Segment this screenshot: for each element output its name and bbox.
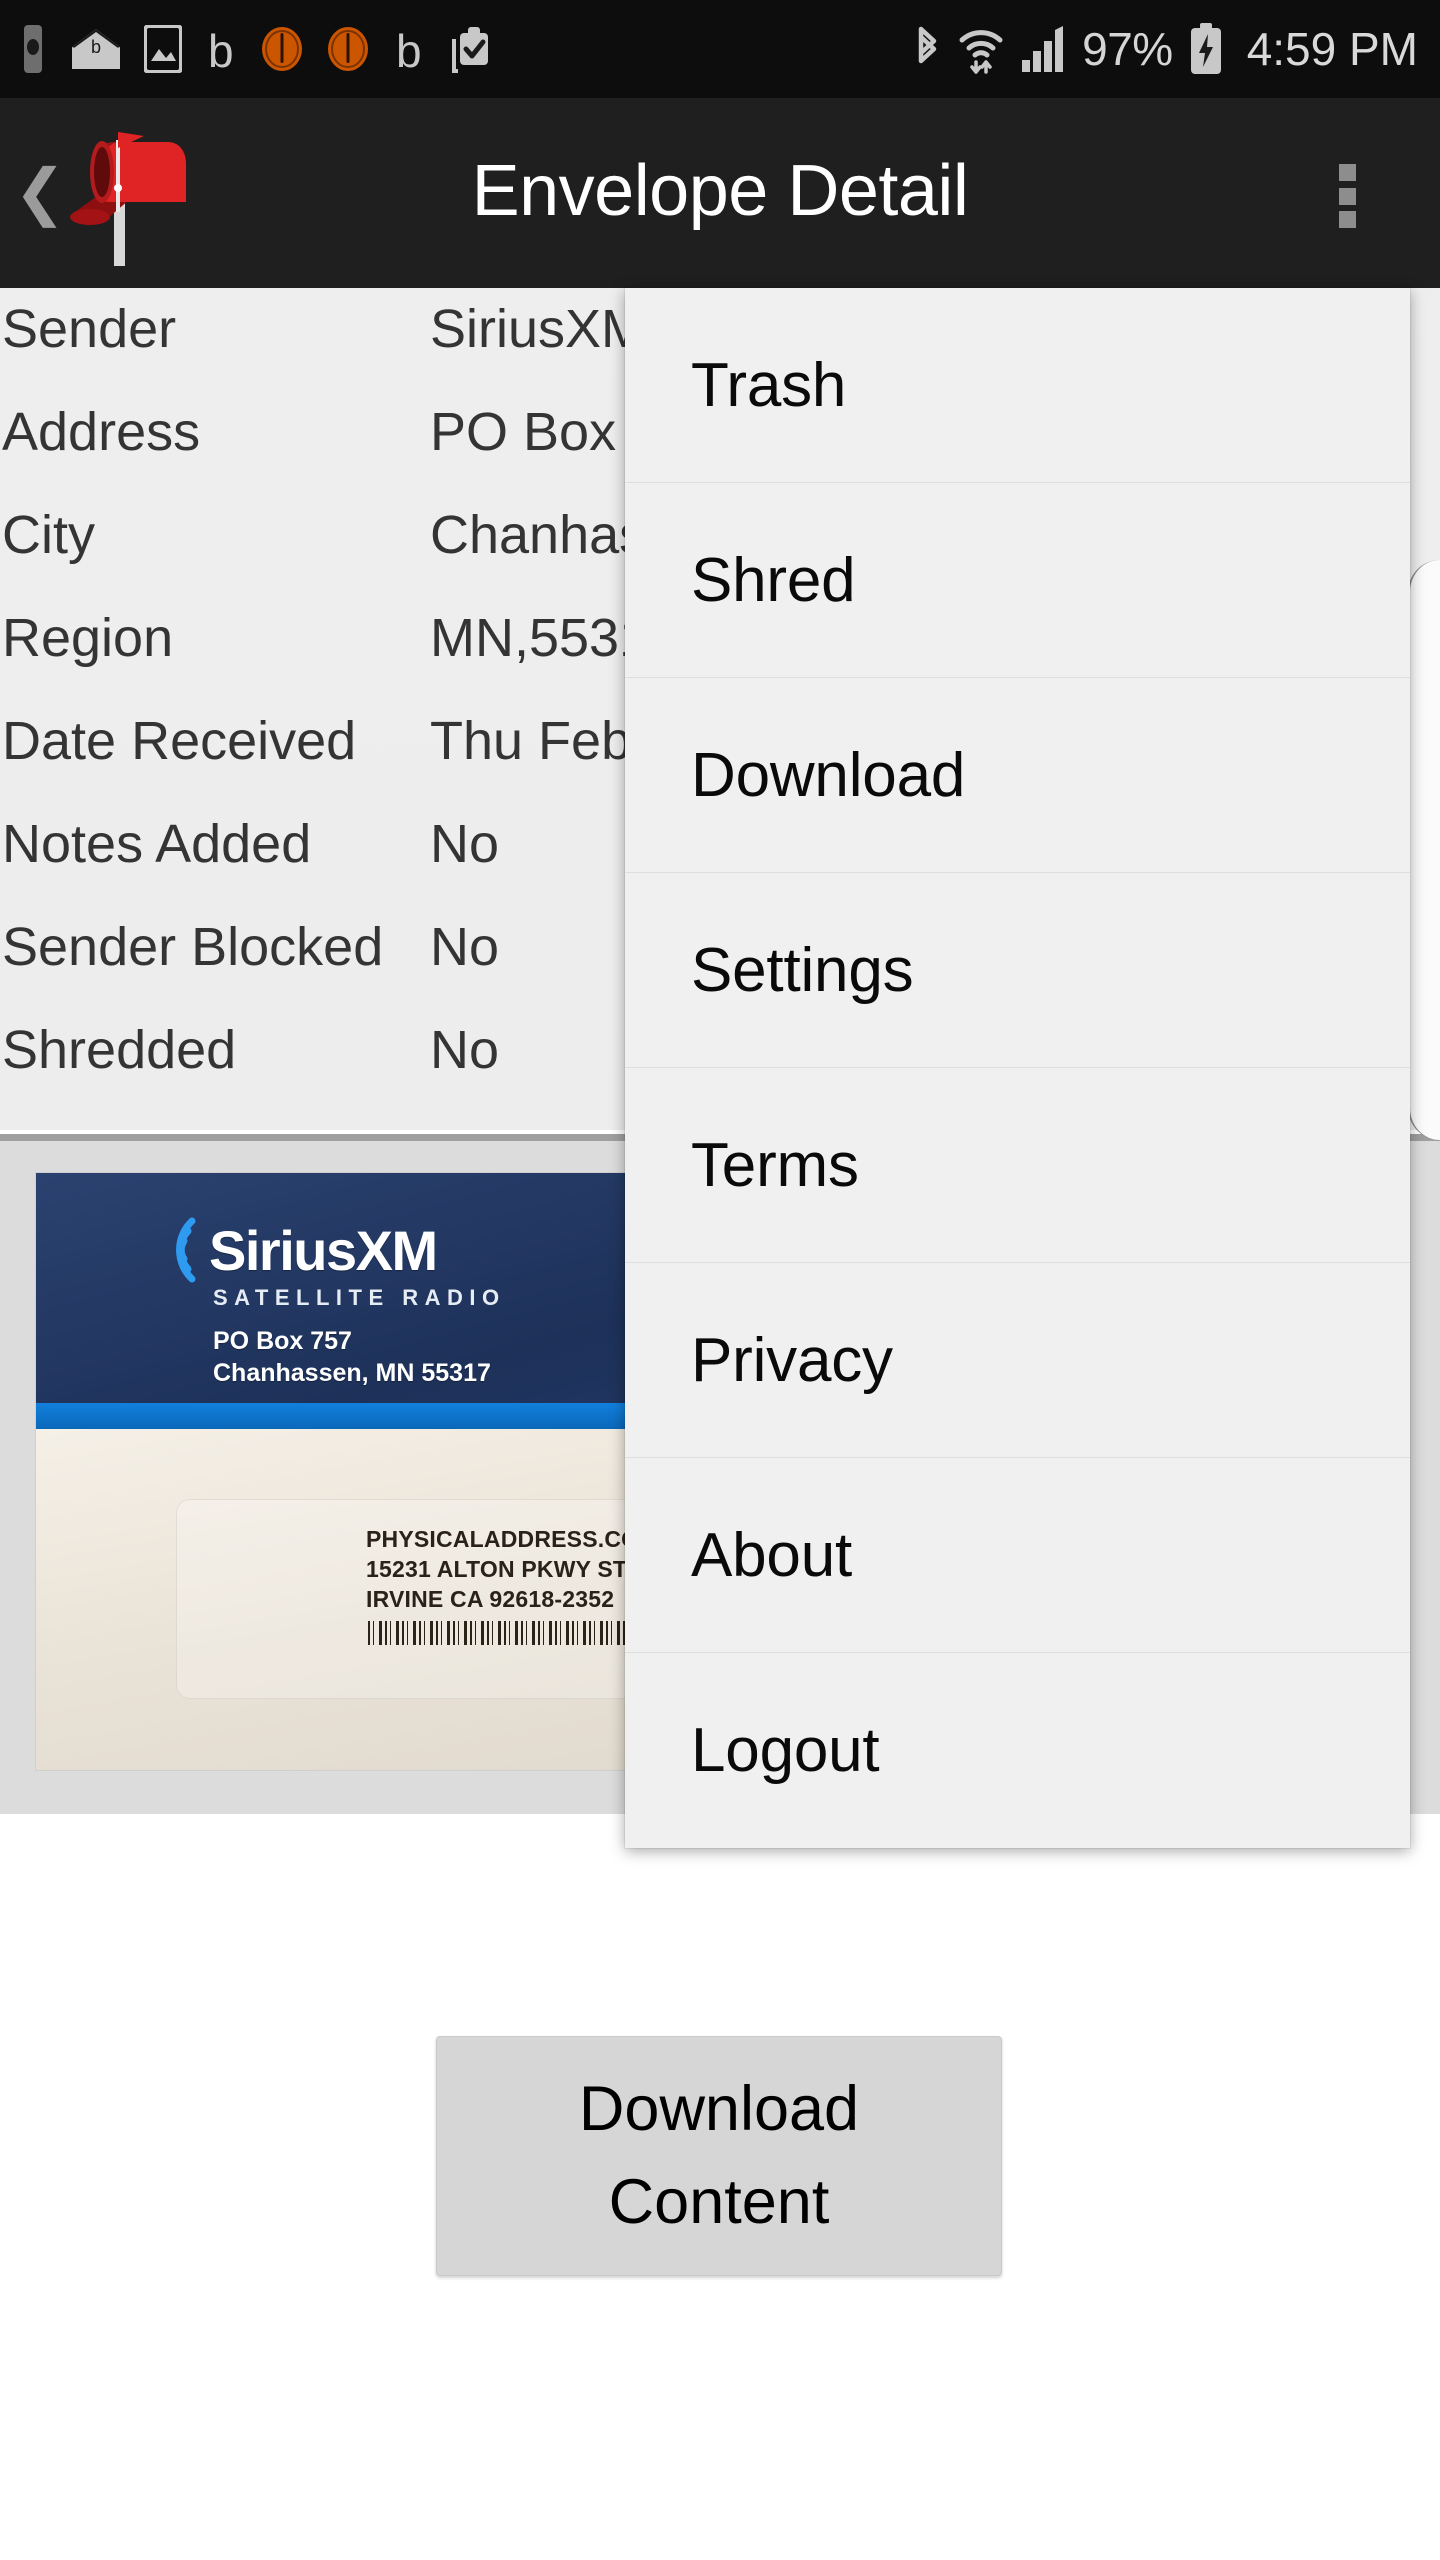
wifi-icon <box>958 24 1004 74</box>
phone-screen: b b b 97% 4:59 PM ❮ Envelope Detail Send… <box>0 0 1440 2560</box>
menu-item-label: Settings <box>691 935 914 1005</box>
row-value: No <box>430 917 500 977</box>
menu-item-about[interactable]: About <box>625 1458 1410 1653</box>
download-content-label-line2: Content <box>608 2167 830 2237</box>
b-letter-icon-2: b <box>392 25 426 73</box>
svg-text:b: b <box>91 37 101 57</box>
menu-item-logout[interactable]: Logout <box>625 1653 1410 1848</box>
usb-icon <box>18 25 48 73</box>
cell-signal-icon <box>1020 24 1066 74</box>
download-content-button[interactable]: Download Content <box>436 2036 1002 2276</box>
siriusxm-logo: SiriusXM <box>144 1213 438 1287</box>
battery-percent-label: 97% <box>1082 23 1173 75</box>
row-value: SiriusXM <box>430 299 647 359</box>
background-page-edge <box>1408 560 1440 1140</box>
menu-item-label: Trash <box>691 350 847 420</box>
photo-icon <box>144 25 182 73</box>
menu-item-download[interactable]: Download <box>625 678 1410 873</box>
overflow-menu-popup: Trash Shred Download Settings Terms Priv… <box>625 288 1410 1848</box>
app-bar: ❮ Envelope Detail <box>0 98 1440 288</box>
overflow-menu-icon[interactable] <box>1316 160 1378 232</box>
status-bar-clock: 4:59 PM <box>1246 23 1418 75</box>
svg-text:b: b <box>208 25 234 73</box>
envelope-return-address: PO Box 757 Chanhassen, MN 55317 <box>213 1325 491 1389</box>
row-value: Thu Feb <box>430 711 632 771</box>
download-content-label: Download Content <box>579 2063 859 2249</box>
status-bar: b b b 97% 4:59 PM <box>0 0 1440 98</box>
menu-item-label: Shred <box>691 545 856 615</box>
menu-item-shred[interactable]: Shred <box>625 483 1410 678</box>
mail-open-icon: b <box>70 27 122 71</box>
row-label: Sender <box>2 299 177 359</box>
row-label: Address <box>2 402 201 462</box>
row-label: Region <box>2 608 174 668</box>
siriusxm-wordmark: SiriusXM <box>209 1218 438 1282</box>
page-title: Envelope Detail <box>471 151 969 231</box>
siriusxm-tagline: SATELLITE RADIO <box>213 1285 506 1310</box>
menu-item-label: Logout <box>691 1716 880 1785</box>
menu-item-trash[interactable]: Trash <box>625 288 1410 483</box>
status-bar-right-cluster: 97% 4:59 PM <box>912 22 1418 76</box>
row-label: Shredded <box>2 1020 237 1080</box>
download-content-label-line1: Download <box>578 2074 860 2144</box>
bluetooth-icon <box>912 24 942 74</box>
return-line-2: Chanhassen, MN 55317 <box>213 1359 491 1387</box>
overflow-dot-1 <box>1338 164 1356 181</box>
menu-item-label: Terms <box>691 1130 859 1200</box>
return-line-1: PO Box 757 <box>213 1327 352 1355</box>
row-value: No <box>430 1020 500 1080</box>
menu-item-label: Download <box>691 740 966 810</box>
row-value: No <box>430 814 500 874</box>
orange-clock-icon-2 <box>326 25 370 73</box>
svg-text:b: b <box>396 25 422 73</box>
orange-clock-icon <box>260 25 304 73</box>
menu-item-label: Privacy <box>691 1325 893 1395</box>
clipboard-check-icon <box>448 25 492 73</box>
menu-item-terms[interactable]: Terms <box>625 1068 1410 1263</box>
menu-item-settings[interactable]: Settings <box>625 873 1410 1068</box>
menu-item-privacy[interactable]: Privacy <box>625 1263 1410 1458</box>
row-label: City <box>2 505 95 565</box>
overflow-dot-3 <box>1338 211 1356 228</box>
overflow-dot-2 <box>1338 187 1356 205</box>
row-label: Date Received <box>2 711 357 771</box>
menu-item-label: About <box>691 1520 853 1590</box>
signal-waves-icon <box>144 1213 200 1287</box>
status-bar-left-icons: b b b <box>18 25 912 73</box>
row-label: Sender Blocked <box>2 917 384 977</box>
battery-charging-icon <box>1189 23 1223 75</box>
row-label: Notes Added <box>2 814 312 874</box>
b-letter-icon: b <box>204 25 238 73</box>
